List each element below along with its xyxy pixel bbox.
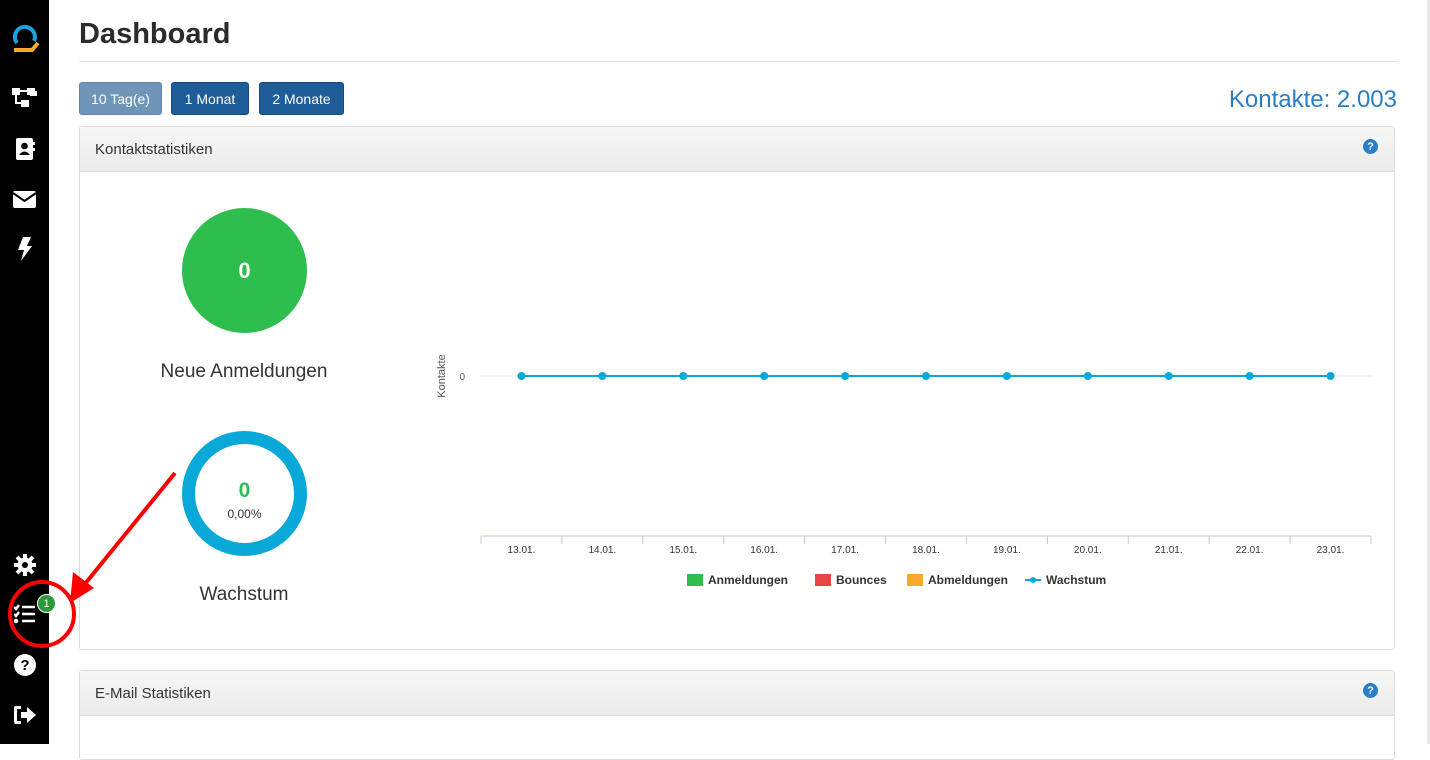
panel-title: E-Mail Statistiken	[95, 684, 211, 702]
x-tick-label: 14.01.	[588, 545, 616, 556]
data-point	[679, 372, 688, 380]
new-signups-circle: 0	[182, 208, 307, 333]
svg-text:?: ?	[20, 657, 29, 674]
contact-chart: Kontakte 0 13.01. 14.01. 15.01. 16.01. 17.01. 1…	[436, 354, 1372, 587]
page-title: Dashboard	[79, 18, 231, 50]
panel-title: Kontaktstatistiken	[95, 140, 213, 158]
data-point	[760, 372, 769, 380]
data-point	[1164, 372, 1173, 380]
logo-icon[interactable]	[0, 22, 49, 56]
x-tick-label: 20.01.	[1074, 545, 1102, 556]
legend-label: Wachstum	[1046, 573, 1106, 587]
data-point	[922, 372, 930, 380]
legend-marker	[907, 574, 923, 586]
legend-marker	[1030, 577, 1036, 583]
data-point	[1083, 372, 1092, 380]
x-tick-label: 15.01.	[669, 545, 697, 556]
title-divider	[79, 61, 1397, 62]
x-tick-label: 22.01.	[1236, 545, 1264, 556]
x-tick-label: 18.01.	[912, 545, 940, 556]
contact-stats-header: Kontaktstatistiken ?	[80, 127, 1394, 172]
annotation-arrow	[8, 471, 177, 648]
legend-label: Anmeldungen	[708, 573, 788, 587]
y-tick-label: 0	[459, 372, 465, 383]
growth-percent: 0,00%	[227, 507, 262, 521]
data-point	[1326, 372, 1335, 380]
filter-1-month-button[interactable]: 1 Monat	[171, 82, 249, 115]
data-point	[1002, 372, 1011, 380]
legend-label: Bounces	[836, 573, 887, 587]
contacts-icon[interactable]	[0, 133, 49, 165]
data-point	[517, 372, 526, 380]
mail-icon[interactable]	[0, 183, 49, 215]
contacts-total: Kontakte: 2.003	[1228, 86, 1397, 113]
new-signups-label: Neue Anmeldungen	[160, 361, 328, 382]
email-stats-panel: E-Mail Statistiken ?	[79, 670, 1395, 760]
help-icon[interactable]: ?	[1363, 683, 1378, 698]
filter-10-days-button[interactable]: 10 Tag(e)	[79, 82, 162, 115]
legend-marker	[815, 574, 831, 586]
workflow-icon[interactable]	[0, 82, 49, 114]
x-tick-label: 17.01.	[831, 545, 859, 556]
y-axis-label: Kontakte	[436, 354, 448, 397]
x-tick-label: 13.01.	[508, 545, 536, 556]
lightning-icon[interactable]	[0, 233, 49, 265]
growth-value: 0	[238, 479, 251, 502]
email-stats-header: E-Mail Statistiken ?	[80, 671, 1394, 716]
data-point	[1245, 372, 1254, 380]
help-icon[interactable]: ?	[1363, 139, 1378, 154]
data-point	[841, 372, 850, 380]
help-icon[interactable]: ?	[0, 649, 49, 681]
x-tick-label: 23.01.	[1317, 545, 1345, 556]
logout-icon[interactable]	[0, 699, 49, 731]
data-point	[598, 372, 607, 380]
x-tick-label: 16.01.	[750, 545, 778, 556]
filter-2-months-button[interactable]: 2 Monate	[259, 82, 344, 115]
legend-marker	[687, 574, 703, 586]
legend-label: Abmeldungen	[928, 573, 1008, 587]
x-tick-label: 19.01.	[993, 545, 1021, 556]
x-tick-label: 21.01.	[1155, 545, 1183, 556]
